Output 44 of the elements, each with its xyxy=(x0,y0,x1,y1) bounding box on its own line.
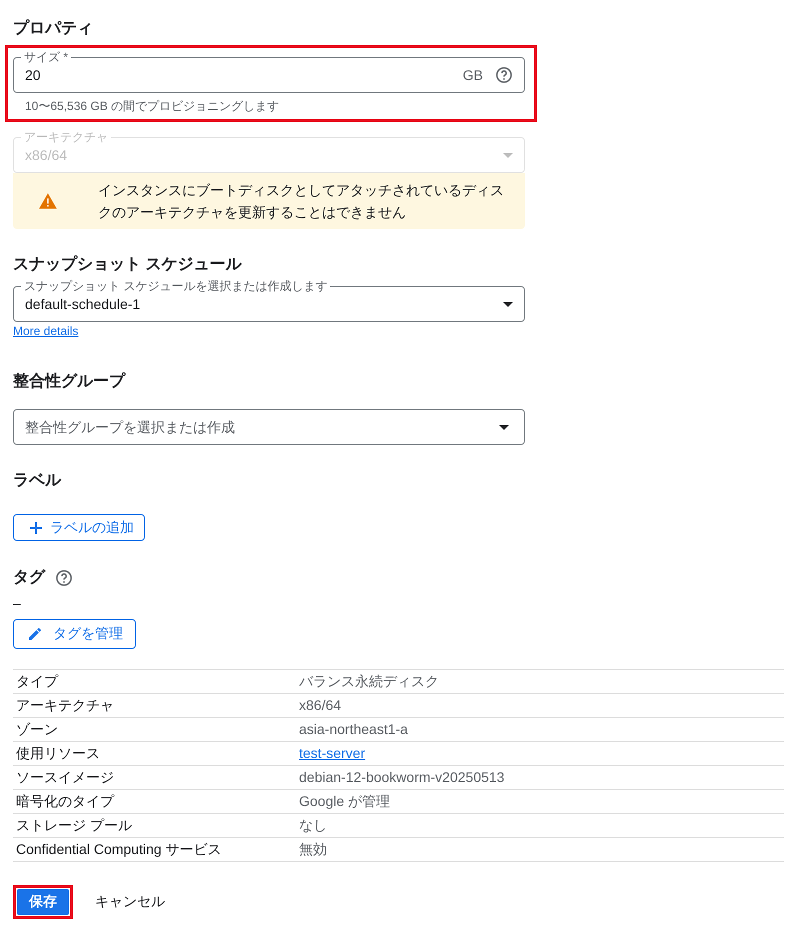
size-field[interactable]: サイズ * 20 GB xyxy=(13,51,525,93)
help-icon[interactable] xyxy=(55,569,73,587)
property-name: ゾーン xyxy=(16,720,59,738)
warning-icon xyxy=(39,193,57,209)
property-name: 暗号化のタイプ xyxy=(16,792,116,810)
dropdown-arrow-icon xyxy=(503,302,513,306)
section-heading: 整合性グループ xyxy=(13,371,127,392)
property-name: ストレージ プール xyxy=(16,816,133,834)
field-value: 20 xyxy=(25,67,41,83)
resource-link[interactable]: test-server xyxy=(299,744,366,760)
section-heading: プロパティ xyxy=(13,18,94,39)
property-value: バランス永続ディスク xyxy=(299,672,439,688)
plus-icon xyxy=(30,522,42,534)
snapshot-schedule-select[interactable]: スナップショット スケジュールを選択または作成します default-schedule-1 xyxy=(13,280,525,322)
section-heading: タグ xyxy=(13,568,45,588)
pencil-icon xyxy=(27,626,43,642)
property-name: ソースイメージ xyxy=(16,768,115,786)
consistency-group-select[interactable]: 整合性グループを選択または作成 xyxy=(13,409,525,445)
field-value: default-schedule-1 xyxy=(25,296,140,312)
property-value: なし xyxy=(299,816,327,832)
add-label-button[interactable]: ラベルの追加 xyxy=(13,514,145,541)
help-icon[interactable] xyxy=(495,66,513,84)
property-value: debian-12-bookworm-v20250513 xyxy=(299,768,504,784)
property-name: 使用リソース xyxy=(16,744,101,762)
unit-label: GB xyxy=(462,67,483,83)
warning-text: インスタンスにブートディスクとしてアタッチされているディスクのアーキテクチャを更新することはできません xyxy=(98,181,505,222)
section-heading: ラベル xyxy=(13,471,62,491)
property-name: タイプ xyxy=(16,672,60,690)
more-details-link[interactable]: More details xyxy=(13,324,78,338)
hint-text: 10〜65,536 GB の間でプロビジョニングします xyxy=(25,98,280,115)
cancel-button[interactable]: キャンセル xyxy=(91,889,169,915)
property-value: 無効 xyxy=(299,840,327,856)
section-heading: スナップショット スケジュール xyxy=(13,254,243,275)
property-name: アーキテクチャ xyxy=(16,696,115,714)
dropdown-arrow-icon xyxy=(503,152,513,158)
manage-tags-button[interactable]: タグを管理 xyxy=(13,619,136,649)
tags-value: – xyxy=(13,595,22,611)
property-value: asia-northeast1-a xyxy=(299,720,408,736)
save-button[interactable]: 保存 xyxy=(17,889,69,915)
field-value: x86/64 xyxy=(25,147,68,163)
property-value: Google が管理 xyxy=(299,792,390,808)
property-name: Confidential Computing サービス xyxy=(16,840,222,858)
property-value: x86/64 xyxy=(299,696,342,712)
dropdown-arrow-icon xyxy=(499,425,509,430)
